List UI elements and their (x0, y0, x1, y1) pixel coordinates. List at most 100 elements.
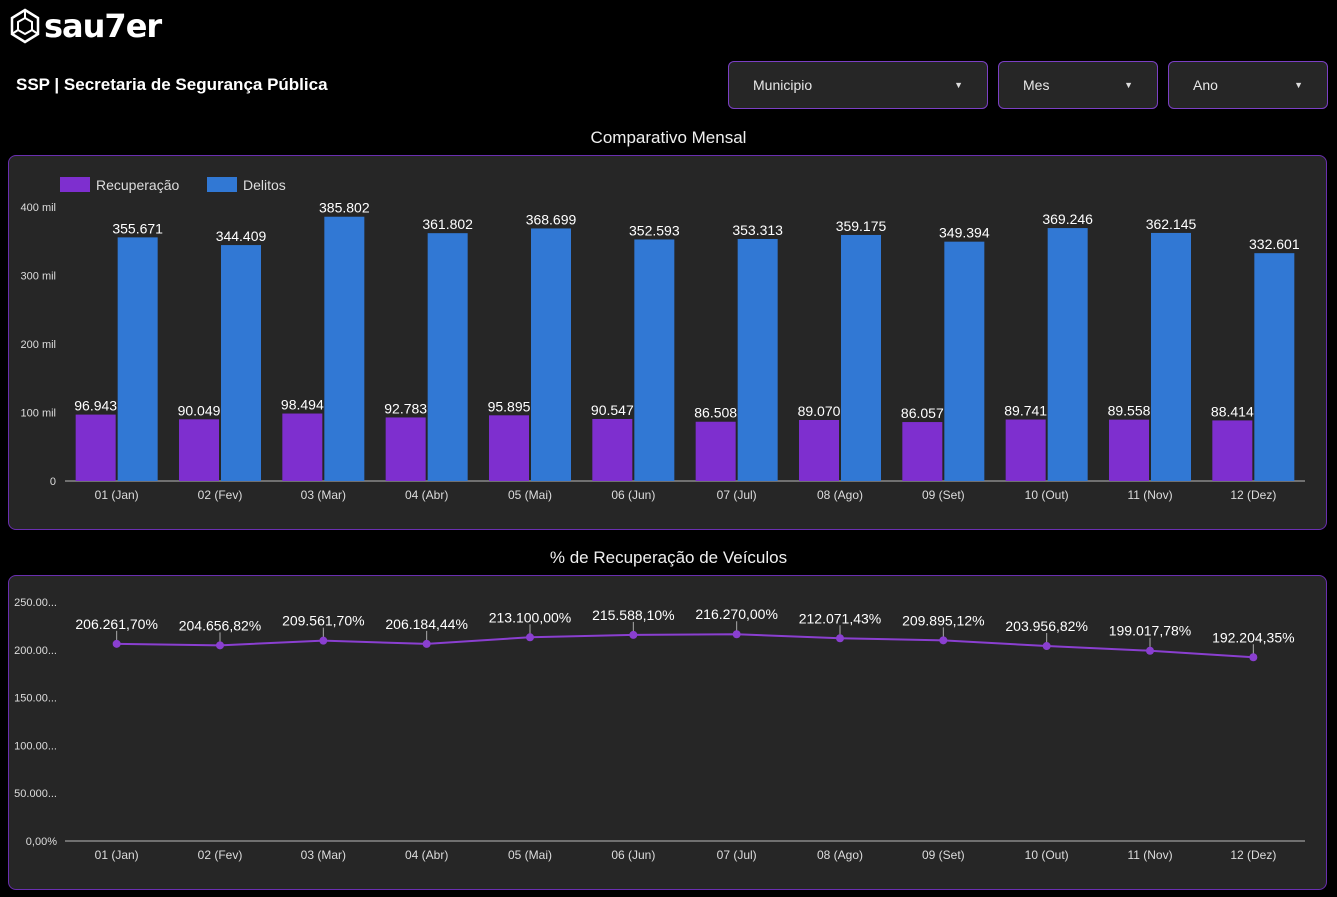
legend-swatch-delitos (207, 177, 237, 192)
data-label-delitos: 352.593 (629, 222, 680, 238)
x-tick-label: 02 (Fev) (198, 848, 243, 862)
bar-chart-panel: Recuperação Delitos 0 100 mil 200 mil 300 mil… (8, 155, 1327, 530)
bar-delitos (841, 234, 881, 481)
data-label-recuperacao: 86.057 (901, 405, 944, 421)
data-label: 209.561,70% (282, 613, 365, 629)
page-title: SSP | Secretaria de Segurança Pública (16, 75, 328, 94)
bar-recuperacao (902, 422, 943, 481)
data-label-delitos: 385.802 (319, 200, 370, 216)
bar-delitos (944, 241, 985, 481)
brand-logo: sau7er (10, 8, 162, 44)
bar-recuperacao (179, 419, 219, 481)
data-label: 213.100,00% (489, 609, 572, 625)
x-tick-label: 06 (Jun) (611, 488, 655, 502)
data-label: 216.270,00% (695, 606, 778, 622)
data-label-delitos: 344.409 (216, 228, 267, 244)
y-tick-label: 300 mil (21, 271, 56, 283)
legend-label-recuperacao: Recuperação (96, 177, 179, 193)
data-label-recuperacao: 89.741 (1004, 403, 1047, 419)
data-point (216, 641, 224, 650)
data-label-recuperacao: 98.494 (281, 397, 324, 413)
bar-recuperacao (592, 418, 633, 481)
bar-delitos (221, 245, 261, 481)
data-point (319, 636, 328, 645)
y-tick-label: 250.00... (14, 597, 57, 609)
bar-recuperacao (489, 415, 529, 481)
caret-down-icon: ▼ (1294, 80, 1303, 90)
bar-delitos (427, 233, 468, 481)
bar-delitos (117, 237, 158, 481)
series-line (116, 633, 1254, 659)
data-label-delitos: 361.802 (422, 216, 473, 232)
municipio-dropdown[interactable]: Municipio ▼ (728, 61, 988, 109)
y-tick-label: 100.00... (14, 740, 57, 752)
bar-delitos (324, 216, 365, 481)
data-point (732, 630, 741, 639)
bar-recuperacao (799, 419, 839, 481)
data-label: 192.204,35% (1212, 629, 1295, 645)
ano-dropdown[interactable]: Ano ▼ (1168, 61, 1328, 109)
line-chart-title: % de Recuperação de Veículos (549, 548, 788, 567)
x-tick-label: 12 (Dez) (1230, 488, 1276, 502)
x-tick-label: 02 (Fev) (198, 488, 243, 502)
bar-delitos (737, 238, 778, 481)
x-tick-label: 07 (Jul) (717, 848, 757, 862)
data-label-recuperacao: 92.783 (384, 400, 427, 416)
data-label-recuperacao: 95.895 (488, 398, 531, 414)
y-tick-label: 400 mil (21, 202, 56, 214)
data-label: 204.656,82% (179, 617, 262, 633)
x-tick-label: 09 (Set) (922, 848, 965, 862)
data-point (939, 636, 948, 645)
caret-down-icon: ▼ (954, 80, 963, 90)
data-label-recuperacao: 96.943 (74, 398, 117, 414)
legend-label-delitos: Delitos (243, 177, 286, 193)
data-label: 215.588,10% (592, 607, 675, 623)
line-chart: 0,00% 50.000... 100.00... 150.00... 200.00..… (14, 597, 1305, 862)
data-label-delitos: 368.699 (526, 211, 577, 227)
data-label-recuperacao: 89.558 (1108, 403, 1151, 419)
caret-down-icon: ▼ (1124, 80, 1133, 90)
x-tick-label: 04 (Abr) (405, 848, 448, 862)
municipio-dropdown-label: Municipio (753, 77, 813, 93)
data-label-recuperacao: 86.508 (694, 405, 737, 421)
data-point (112, 639, 121, 648)
bar-delitos (1047, 228, 1088, 481)
bar-recuperacao (75, 414, 116, 481)
bar-delitos (1151, 232, 1191, 481)
x-tick-label: 10 (Out) (1025, 848, 1069, 862)
y-tick-label: 50.000... (14, 788, 57, 800)
data-label-recuperacao: 90.547 (591, 402, 634, 418)
data-label-delitos: 349.394 (939, 225, 990, 241)
x-tick-label: 01 (Jan) (95, 488, 139, 502)
data-point (526, 633, 534, 642)
legend-swatch-recuperacao (60, 177, 90, 192)
data-label: 199.017,78% (1109, 623, 1192, 639)
data-label: 206.261,70% (75, 616, 158, 632)
bar-delitos (531, 228, 571, 481)
x-tick-label: 09 (Set) (922, 488, 965, 502)
bar-recuperacao (1005, 419, 1046, 481)
bar-recuperacao (385, 417, 426, 481)
x-tick-label: 04 (Abr) (405, 488, 448, 502)
bar-chart-title: Comparativo Mensal (590, 128, 747, 147)
data-point (1146, 646, 1154, 655)
logo-icon (10, 8, 40, 44)
x-tick-label: 03 (Mar) (301, 848, 346, 862)
data-label: 212.071,43% (799, 610, 882, 626)
bar-delitos (634, 239, 675, 481)
y-tick-label: 100 mil (21, 408, 56, 420)
x-tick-label: 08 (Ago) (817, 488, 863, 502)
y-tick-label: 0 (50, 476, 56, 488)
mes-dropdown[interactable]: Mes ▼ (998, 61, 1158, 109)
x-tick-label: 07 (Jul) (717, 488, 757, 502)
x-tick-label: 10 (Out) (1025, 488, 1069, 502)
bar-recuperacao (1109, 419, 1149, 481)
data-label: 209.895,12% (902, 612, 985, 628)
data-point (1042, 642, 1051, 651)
x-tick-label: 12 (Dez) (1230, 848, 1276, 862)
y-tick-label: 200 mil (21, 339, 56, 351)
data-label: 203.956,82% (1005, 618, 1088, 634)
x-tick-label: 05 (Mai) (508, 488, 552, 502)
data-point (629, 630, 638, 639)
x-tick-label: 11 (Nov) (1127, 848, 1172, 862)
